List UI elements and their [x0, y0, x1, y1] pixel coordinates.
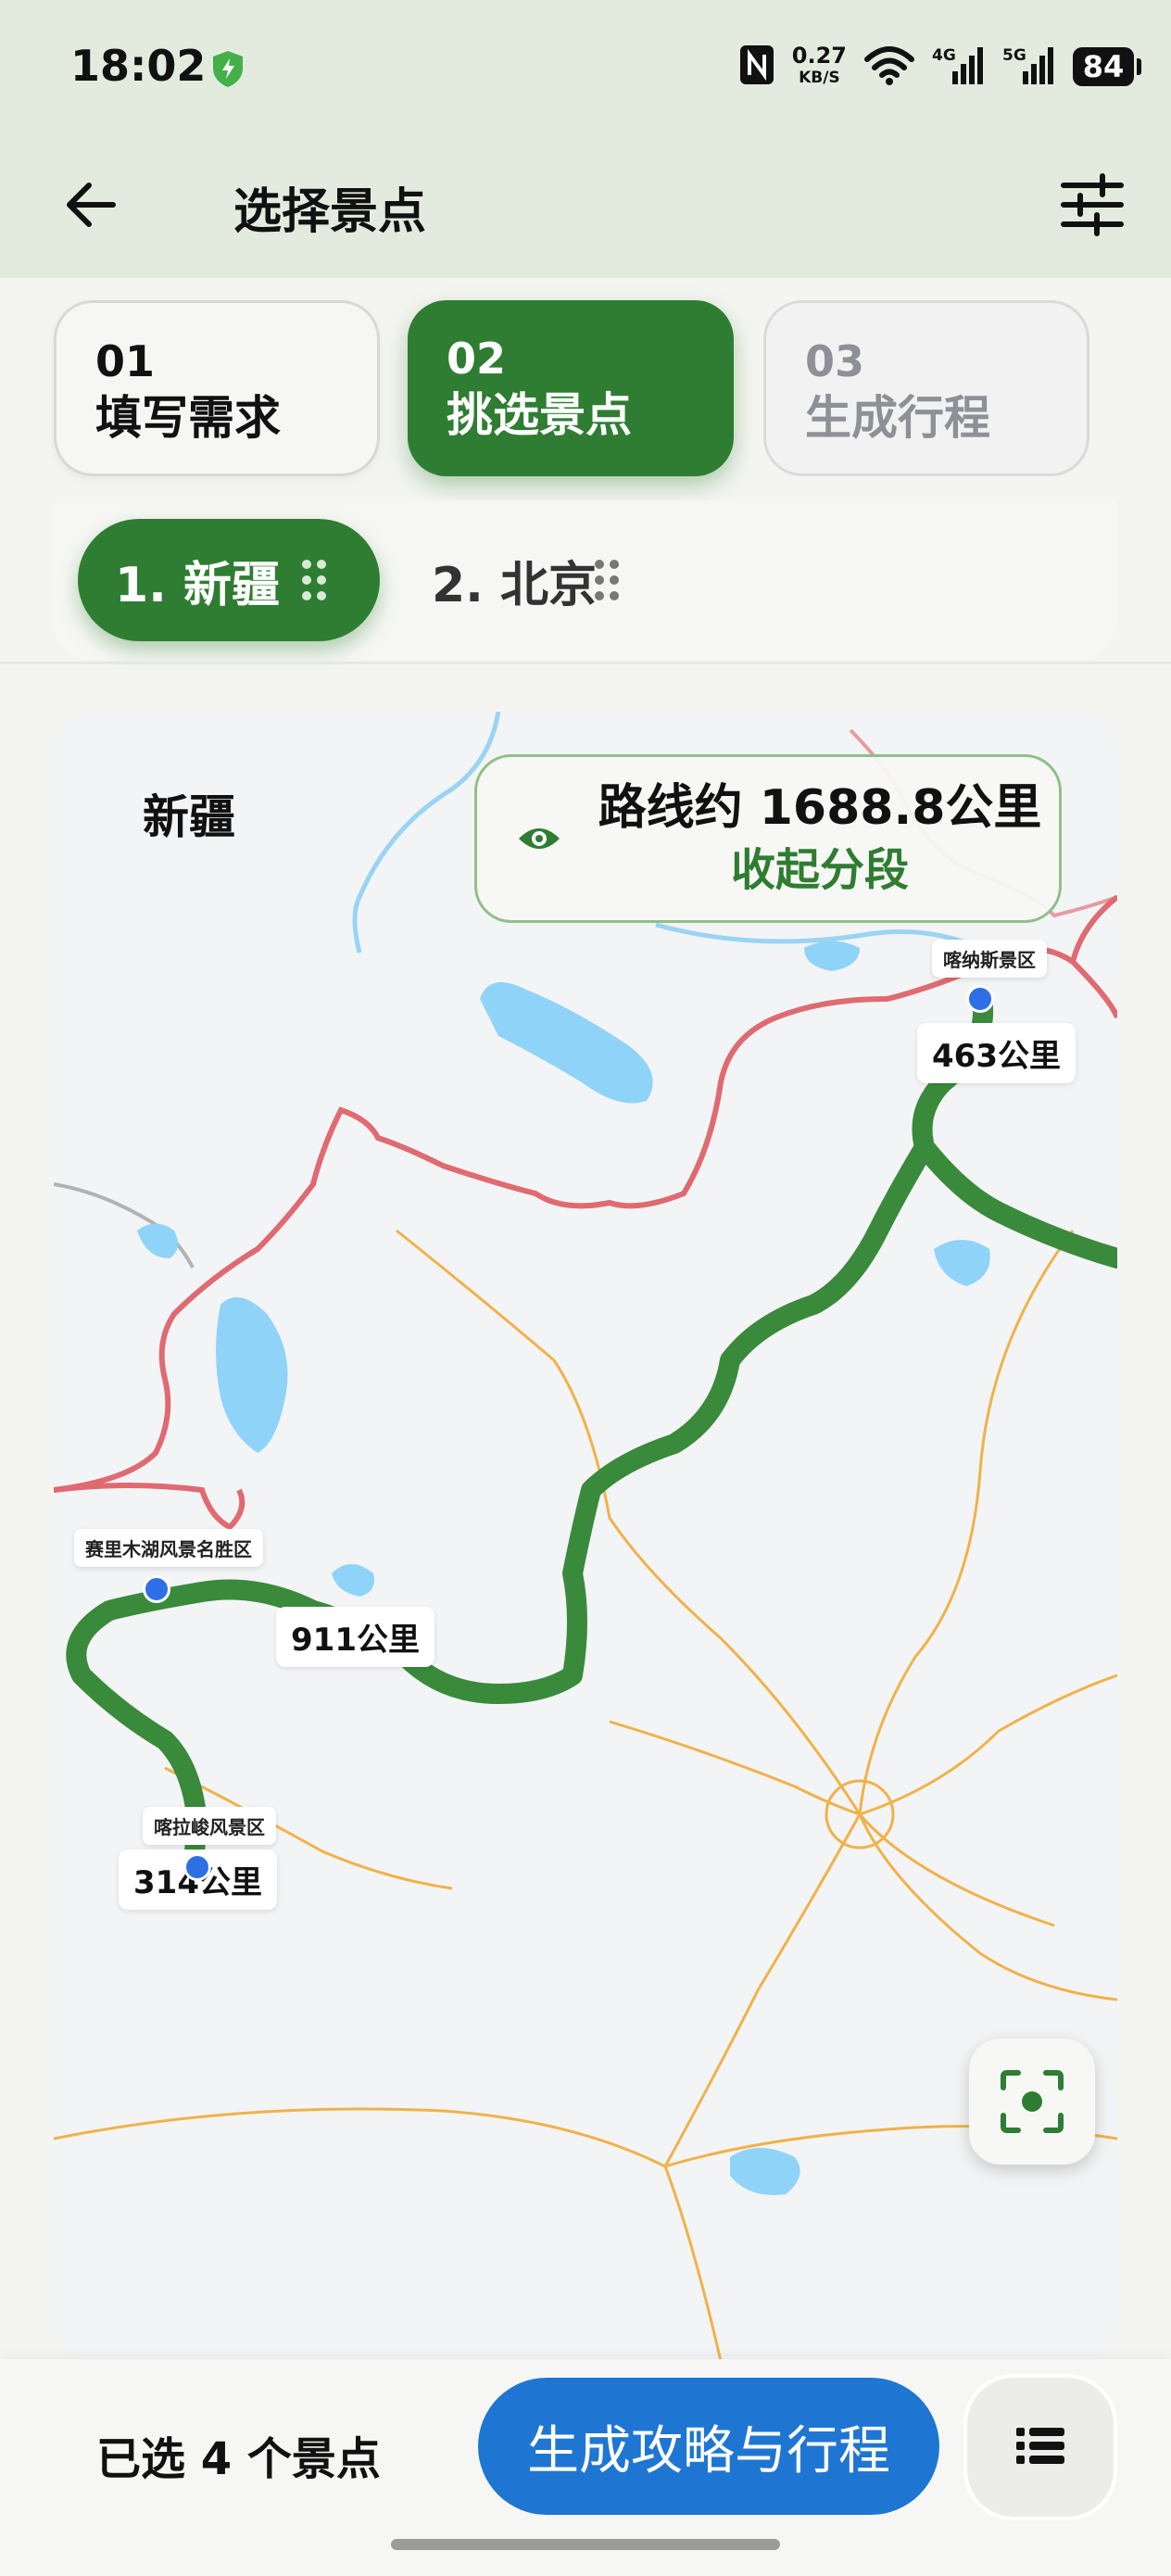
recenter-button[interactable] [969, 2039, 1095, 2165]
battery-indicator: 84 [1073, 47, 1141, 86]
region-tabs: 1. 新疆 2. 北京 [54, 500, 1117, 660]
generate-itinerary-button[interactable]: 生成攻略与行程 [478, 2378, 939, 2515]
focus-target-icon [1001, 2070, 1064, 2133]
step-pick-attractions[interactable]: 02 挑选景点 [408, 300, 734, 476]
segment-distance: 911公里 [276, 1607, 434, 1667]
route-map[interactable]: 新疆 路线约 1688.8公里 收起分段 喀纳斯景区 463公里 赛里木湖风景名… [54, 712, 1117, 2361]
region-tab-label: 1. 新疆 [115, 557, 281, 613]
bottom-action-bar: 已选 4 个景点 生成攻略与行程 [0, 2359, 1171, 2576]
svg-text:5G: 5G [1002, 46, 1026, 65]
poi-marker-kalajun[interactable] [183, 1853, 211, 1881]
poi-label-kalajun[interactable]: 喀拉峻风景区 [143, 1807, 276, 1845]
nfc-icon [738, 44, 775, 90]
eye-icon[interactable] [516, 822, 562, 855]
route-distance: 路线约 1688.8公里 [598, 780, 1042, 836]
top-bar: 18:02 0.27 KB/S 4G 5G 84 选择景点 [0, 0, 1171, 278]
step-fill-requirements[interactable]: 01 填写需求 [54, 300, 380, 476]
system-indicators: 0.27 KB/S 4G 5G 84 [738, 41, 1141, 93]
poi-marker-kanas[interactable] [966, 985, 994, 1013]
signal-5g-icon: 5G [1002, 44, 1056, 90]
svg-text:4G: 4G [932, 46, 956, 65]
back-button[interactable] [59, 172, 124, 237]
map-region-label: 新疆 [119, 767, 259, 860]
step-number: 02 [447, 334, 507, 384]
list-icon [1016, 2428, 1064, 2464]
region-tab-label: 2. 北京 [432, 557, 598, 613]
status-bar: 18:02 0.27 KB/S 4G 5G 84 [0, 0, 1171, 139]
region-tab-beijing[interactable]: 2. 北京 [404, 519, 645, 641]
step-number: 03 [805, 336, 865, 386]
step-label: 挑选景点 [447, 388, 632, 442]
filter-settings-button[interactable] [1060, 172, 1125, 237]
wifi-icon [863, 44, 915, 89]
poi-label-sayram-lake[interactable]: 赛里木湖风景名胜区 [74, 1529, 263, 1567]
arrow-left-icon [67, 183, 116, 227]
drag-handle-icon[interactable] [595, 560, 623, 600]
region-tab-xinjiang[interactable]: 1. 新疆 [78, 519, 380, 641]
page-title: 选择景点 [233, 184, 427, 240]
route-summary-card[interactable]: 路线约 1688.8公里 收起分段 [474, 754, 1062, 923]
step-generate-itinerary[interactable]: 03 生成行程 [763, 300, 1089, 476]
security-shield-icon [208, 48, 248, 93]
sliders-icon [1061, 173, 1124, 236]
collapse-segments-link[interactable]: 收起分段 [731, 844, 909, 896]
step-label: 填写需求 [95, 391, 281, 445]
list-view-button[interactable] [963, 2374, 1117, 2520]
step-label: 生成行程 [805, 391, 990, 445]
selected-count: 已选 4 个景点 [96, 2433, 381, 2485]
drag-handle-icon[interactable] [302, 560, 330, 600]
signal-4g-icon: 4G [932, 44, 986, 90]
route-summary-text: 路线约 1688.8公里 收起分段 [598, 777, 1042, 901]
home-indicator[interactable] [391, 2539, 780, 2550]
divider [0, 662, 1171, 664]
poi-label-kanas[interactable]: 喀纳斯景区 [932, 940, 1047, 978]
step-number: 01 [95, 336, 156, 386]
segment-distance: 463公里 [917, 1023, 1076, 1083]
net-speed: 0.27 KB/S [791, 43, 847, 87]
poi-marker-sayram-lake[interactable] [143, 1575, 170, 1603]
status-time: 18:02 [70, 41, 207, 91]
